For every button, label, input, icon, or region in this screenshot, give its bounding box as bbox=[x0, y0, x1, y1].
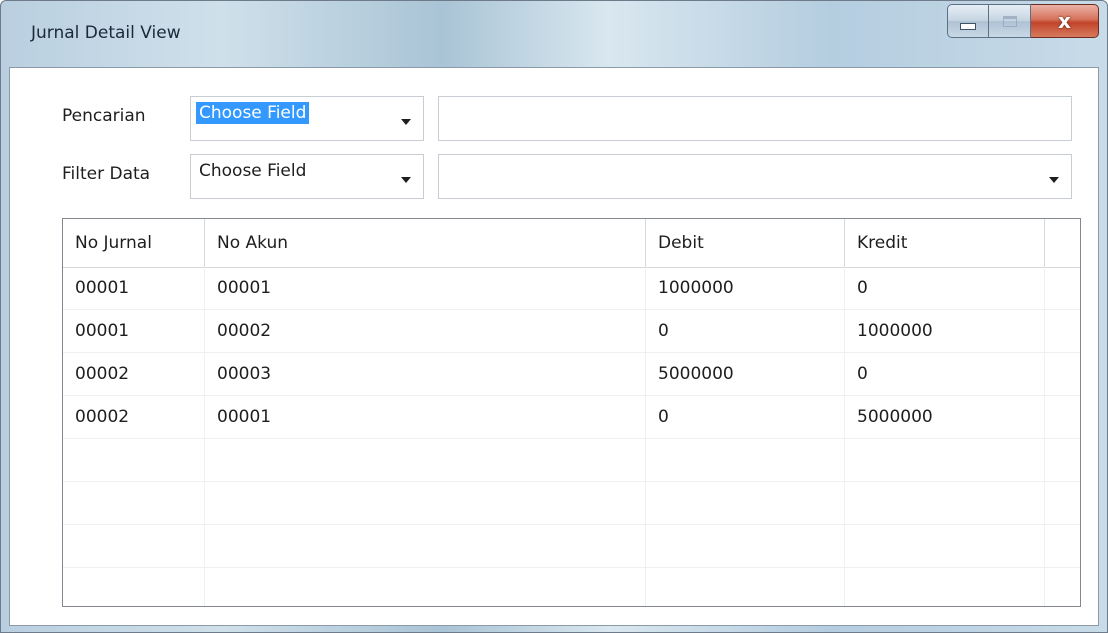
filter-field-value: Choose Field bbox=[199, 161, 307, 181]
maximize-icon bbox=[1002, 15, 1017, 27]
cell-no-akun: 00003 bbox=[217, 364, 272, 384]
column-header-debit[interactable]: Debit bbox=[646, 219, 845, 267]
minimize-button[interactable] bbox=[947, 4, 989, 38]
client-area: Pencarian Choose Field Filter Data Choos… bbox=[9, 67, 1099, 626]
cell-no-akun: 00002 bbox=[217, 321, 272, 341]
cell-no-jurnal: 00001 bbox=[75, 278, 130, 298]
chevron-down-icon bbox=[1049, 177, 1059, 183]
caption-buttons: x bbox=[947, 4, 1099, 38]
table-row[interactable]: 00001 00002 0 1000000 bbox=[63, 310, 1080, 353]
empty-row bbox=[63, 568, 1080, 606]
title-bar[interactable]: Jurnal Detail View x bbox=[1, 1, 1107, 67]
table-row[interactable]: 00001 00001 1000000 0 bbox=[63, 267, 1080, 310]
close-button[interactable]: x bbox=[1031, 4, 1099, 38]
cell-debit: 0 bbox=[658, 321, 669, 341]
minimize-icon bbox=[960, 22, 976, 30]
filter-label: Filter Data bbox=[62, 164, 151, 184]
maximize-button[interactable] bbox=[989, 4, 1031, 38]
cell-kredit: 0 bbox=[857, 364, 868, 384]
cell-no-jurnal: 00002 bbox=[75, 407, 130, 427]
close-icon: x bbox=[1058, 9, 1071, 33]
cell-kredit: 0 bbox=[857, 278, 868, 298]
chevron-down-icon bbox=[401, 119, 411, 125]
cell-debit: 1000000 bbox=[658, 278, 734, 298]
search-field-combo[interactable]: Choose Field bbox=[190, 96, 424, 141]
app-window: Jurnal Detail View x Pencarian Choose Fi… bbox=[0, 0, 1108, 633]
empty-row bbox=[63, 482, 1080, 525]
cell-kredit: 1000000 bbox=[857, 321, 933, 341]
cell-debit: 5000000 bbox=[658, 364, 734, 384]
column-header-kredit[interactable]: Kredit bbox=[845, 219, 1045, 267]
column-header-no-jurnal[interactable]: No Jurnal bbox=[63, 219, 205, 267]
cell-no-akun: 00001 bbox=[217, 278, 272, 298]
search-field-value: Choose Field bbox=[196, 102, 310, 124]
filter-field-combo[interactable]: Choose Field bbox=[190, 154, 424, 199]
cell-no-jurnal: 00001 bbox=[75, 321, 130, 341]
cell-debit: 0 bbox=[658, 407, 669, 427]
column-header-no-akun[interactable]: No Akun bbox=[205, 219, 646, 267]
grid-header: No Jurnal No Akun Debit Kredit bbox=[63, 219, 1080, 268]
search-label: Pencarian bbox=[62, 106, 146, 126]
journal-grid[interactable]: No Jurnal No Akun Debit Kredit 00001 000… bbox=[62, 218, 1081, 607]
window-title: Jurnal Detail View bbox=[31, 23, 181, 43]
filter-value bbox=[444, 160, 450, 162]
empty-row bbox=[63, 439, 1080, 482]
chevron-down-icon bbox=[401, 177, 411, 183]
empty-row bbox=[63, 525, 1080, 568]
column-header-filler bbox=[1045, 219, 1080, 267]
filter-value-combo[interactable] bbox=[438, 154, 1072, 199]
cell-no-jurnal: 00002 bbox=[75, 364, 130, 384]
search-input[interactable] bbox=[438, 96, 1072, 141]
cell-kredit: 5000000 bbox=[857, 407, 933, 427]
table-row[interactable]: 00002 00003 5000000 0 bbox=[63, 353, 1080, 396]
table-row[interactable]: 00002 00001 0 5000000 bbox=[63, 396, 1080, 439]
cell-no-akun: 00001 bbox=[217, 407, 272, 427]
